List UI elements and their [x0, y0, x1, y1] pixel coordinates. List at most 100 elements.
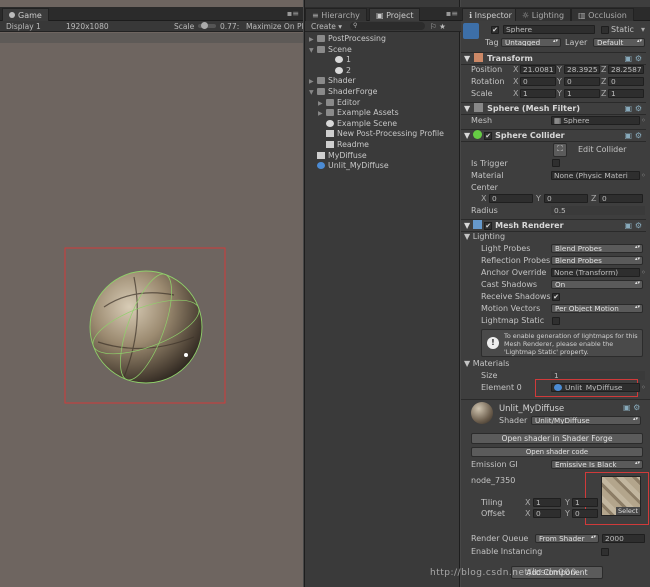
tag-dropdown[interactable]: Untagged — [501, 38, 561, 47]
radius-field[interactable]: 0.5 — [551, 206, 645, 215]
cast-shadows-dropdown[interactable]: On — [551, 280, 643, 289]
panel-menu-icon[interactable]: ▪≡ — [446, 9, 458, 18]
center-x-field[interactable]: 0 — [489, 194, 533, 203]
tree-item[interactable]: Unlit_MyDiffuse — [309, 161, 389, 172]
scale-slider[interactable] — [198, 22, 216, 29]
resolution-select[interactable]: 1920x1080 — [66, 21, 109, 32]
tree-item[interactable]: 1 — [309, 55, 351, 66]
tree-item[interactable]: ▶ PostProcessing — [309, 34, 386, 45]
render-queue-dropdown[interactable]: From Shader — [535, 534, 599, 543]
search-input[interactable]: ⚲ — [350, 22, 425, 30]
element0-picker-icon[interactable]: ◦ — [641, 383, 646, 392]
tiling-label: Tiling — [481, 498, 503, 507]
is-trigger-label: Is Trigger — [471, 159, 508, 168]
tree-item[interactable]: Example Scene — [309, 119, 397, 130]
edit-collider-button[interactable]: ⛶ — [553, 143, 567, 157]
scale-slider-handle[interactable] — [201, 22, 208, 29]
lightmap-static-checkbox[interactable] — [552, 317, 560, 325]
tab-occlusion[interactable]: ▥ Occlusion — [571, 8, 634, 21]
component-menu-icon[interactable]: ▣ ⚙ — [624, 220, 642, 232]
component-menu-icon[interactable]: ▣ ⚙ — [624, 130, 642, 142]
center-x-axis-label: X — [481, 194, 487, 203]
open-shader-forge-button[interactable]: Open shader in Shader Forge — [471, 433, 643, 444]
material-picker-icon[interactable]: ◦ — [641, 171, 646, 180]
static-dropdown[interactable]: ▾ — [641, 25, 645, 34]
tree-item[interactable]: ▶ Shader — [309, 76, 356, 87]
mesh-picker-icon[interactable]: ◦ — [641, 116, 646, 125]
tree-item[interactable]: Readme — [309, 140, 369, 151]
scale-x-field[interactable]: 1 — [520, 89, 556, 98]
tree-item[interactable]: ▼ Scene — [309, 45, 352, 56]
offset-x-field[interactable]: 0 — [533, 509, 561, 518]
receive-shadows-checkbox[interactable]: ✔ — [552, 293, 560, 301]
sphere-render[interactable] — [64, 247, 226, 404]
enable-instancing-checkbox[interactable] — [601, 548, 609, 556]
texture-thumbnail[interactable]: Select — [601, 476, 641, 516]
edit-collider-icon: ⛶ — [557, 144, 563, 153]
light-probes-dropdown[interactable]: Blend Probes — [551, 244, 643, 253]
component-menu-icon[interactable]: ▣ ⚙ — [624, 103, 642, 115]
position-x-field[interactable]: 21.0081 — [520, 65, 556, 74]
static-checkbox[interactable] — [601, 26, 609, 34]
mesh-filter-header[interactable]: ▼ Sphere (Mesh Filter) ▣ ⚙ — [461, 102, 646, 115]
tab-game[interactable]: Game — [2, 8, 49, 21]
rotation-y-field[interactable]: 0 — [564, 77, 600, 86]
transform-header[interactable]: ▼ Transform ▣ ⚙ — [461, 52, 646, 65]
tab-lighting[interactable]: ☼ Lighting — [515, 8, 572, 21]
center-y-field[interactable]: 0 — [544, 194, 588, 203]
texture-select-button[interactable]: Select — [615, 507, 640, 515]
tiling-y-field[interactable]: 1 — [572, 498, 598, 507]
panel-menu-icon[interactable]: ▪≡ — [287, 9, 299, 18]
center-y-axis-label: Y — [536, 194, 541, 203]
center-z-field[interactable]: 0 — [599, 194, 643, 203]
reflection-probes-dropdown[interactable]: Blend Probes — [551, 256, 643, 265]
emission-gi-dropdown[interactable]: Emissive Is Black — [551, 460, 643, 469]
lighting-foldout[interactable]: ▼ Lighting — [464, 232, 505, 241]
scale-y-field[interactable]: 1 — [564, 89, 600, 98]
object-name-field[interactable]: Sphere — [503, 25, 595, 34]
layer-dropdown[interactable]: Default — [593, 38, 645, 47]
component-menu-icon[interactable]: ▣ ⚙ — [623, 403, 640, 412]
tree-item-label: Readme — [337, 140, 369, 149]
tree-item[interactable]: ▼ ShaderForge — [309, 87, 377, 98]
tree-item[interactable]: MyDiffuse — [309, 151, 367, 162]
open-shader-code-button[interactable]: Open shader code — [471, 447, 643, 457]
scale-z-field[interactable]: 1 — [608, 89, 644, 98]
tree-item[interactable]: 2 — [309, 66, 351, 77]
component-menu-icon[interactable]: ▣ ⚙ — [624, 53, 642, 65]
offset-y-field[interactable]: 0 — [572, 509, 598, 518]
position-z-field[interactable]: 28.2587 — [608, 65, 644, 74]
position-y-field[interactable]: 28.3925 — [564, 65, 600, 74]
tiling-x-field[interactable]: 1 — [533, 498, 561, 507]
material-name: Unlit_MyDiffuse — [499, 403, 565, 413]
sphere-collider-header[interactable]: ▼ ✔ Sphere Collider ▣ ⚙ — [461, 129, 646, 142]
render-queue-field[interactable]: 2000 — [602, 534, 645, 543]
element0-field[interactable]: Unlit_MyDiffuse — [551, 383, 640, 392]
anchor-picker-icon[interactable]: ◦ — [641, 268, 646, 277]
maximize-on-play-button[interactable]: Maximize On Pla — [246, 21, 308, 32]
physic-material-field[interactable]: None (Physic Materi — [551, 171, 640, 180]
motion-vectors-dropdown[interactable]: Per Object Motion — [551, 304, 643, 313]
tab-inspector[interactable]: ℹ Inspector — [462, 8, 519, 21]
filter-icon[interactable]: ⚐ ★ — [430, 21, 446, 32]
collider-enabled-checkbox[interactable]: ✔ — [484, 132, 493, 140]
create-button[interactable]: Create ▾ — [311, 21, 342, 32]
tiling-x-label: X — [525, 498, 531, 507]
anchor-override-field[interactable]: None (Transform) — [551, 268, 640, 277]
tree-item[interactable]: ▶ Example Assets — [309, 108, 399, 119]
shader-dropdown[interactable]: Unlit/MyDiffuse — [531, 416, 641, 425]
tree-item[interactable]: ▶ Editor — [309, 98, 360, 109]
rotation-x-field[interactable]: 0 — [520, 77, 556, 86]
tab-project[interactable]: ▣ Project — [369, 8, 421, 21]
display-select[interactable]: Display 1 — [6, 21, 41, 32]
is-trigger-checkbox[interactable] — [552, 159, 560, 167]
tab-hierarchy[interactable]: ≡ Hierarchy — [305, 8, 367, 21]
rotation-z-field[interactable]: 0 — [608, 77, 644, 86]
tree-item[interactable]: New Post-Processing Profile — [309, 129, 444, 140]
mesh-renderer-header[interactable]: ▼ ✔ Mesh Renderer ▣ ⚙ — [461, 219, 646, 232]
mesh-field[interactable]: ▦ Sphere — [551, 116, 640, 125]
motion-vectors-label: Motion Vectors — [481, 304, 541, 313]
renderer-enabled-checkbox[interactable]: ✔ — [484, 222, 493, 230]
materials-foldout[interactable]: ▼ Materials — [464, 359, 509, 368]
active-checkbox[interactable]: ✔ — [491, 26, 499, 34]
